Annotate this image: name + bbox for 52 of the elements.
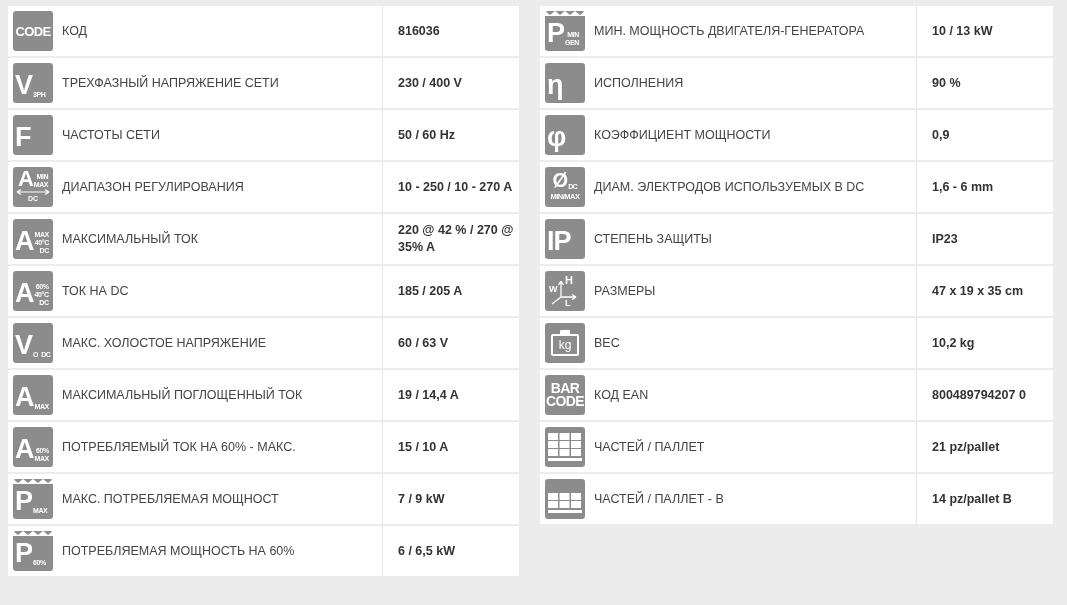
code-icon: CODE xyxy=(13,11,53,51)
spec-value: 60 / 63 V xyxy=(397,334,450,352)
spec-value: 47 x 19 x 35 cm xyxy=(931,282,1025,300)
spec-value: 50 / 60 Hz xyxy=(397,126,456,144)
spec-label: КОД EAN xyxy=(590,370,917,420)
spec-value: 90 % xyxy=(931,74,962,92)
pallet-icon xyxy=(545,427,585,467)
spec-label: КОД xyxy=(58,6,383,56)
spec-label: ПОТРЕБЛЯЕМАЯ МОЩНОСТЬ НА 60% xyxy=(58,526,383,576)
spec-value: 6 / 6,5 kW xyxy=(397,542,456,560)
dimensions-icon: W H L xyxy=(545,271,585,311)
weight-icon: kg xyxy=(545,323,585,363)
spec-label: ТРЕХФАЗНЫЙ НАПРЯЖЕНИЕ СЕТИ xyxy=(58,58,383,108)
spec-value: 220 @ 42 % / 270 @ 35% A xyxy=(397,222,515,256)
spec-label: СТЕПЕНЬ ЗАЩИТЫ xyxy=(590,214,917,264)
spec-value: 0,9 xyxy=(931,126,951,144)
symbol-icon: η xyxy=(545,63,585,103)
spec-label: ВЕС xyxy=(590,318,917,368)
spec-label: ТОК НА DC xyxy=(58,266,383,316)
spec-value: 10 / 13 kW xyxy=(931,22,994,40)
spec-label: МИН. МОЩНОСТЬ ДВИГАТЕЛЯ-ГЕНЕРАТОРА xyxy=(590,6,917,56)
spec-label: РАЗМЕРЫ xyxy=(590,266,917,316)
spec-label: МАКС. ХОЛОСТОЕ НАПРЯЖЕНИЕ xyxy=(58,318,383,368)
spec-value: 185 / 205 A xyxy=(397,282,464,300)
spec-label: МАКС. ПОТРЕБЛЯЕМАЯ МОЩНОСТ xyxy=(58,474,383,524)
spec-value: 21 pz/pallet xyxy=(931,438,1001,456)
spec-value: 7 / 9 kW xyxy=(397,490,446,508)
spec-value: 10 - 250 / 10 - 270 A xyxy=(397,178,514,196)
code-icon: BAR CODE xyxy=(545,375,585,415)
symbol-icon: IP xyxy=(545,219,585,259)
spec-value: 816036 xyxy=(397,22,441,40)
spec-value: 1,6 - 6 mm xyxy=(931,178,995,196)
symbol-icon: F xyxy=(13,115,53,155)
spec-label: ЧАСТЕЙ / ПАЛЛЕТ - В xyxy=(590,474,917,524)
spec-value: 230 / 400 V xyxy=(397,74,463,92)
spec-label: МАКСИМАЛЬНЫЙ ПОГЛОЩЕННЫЙ ТОК xyxy=(58,370,383,420)
spec-label: ДИАПАЗОН РЕГУЛИРОВАНИЯ xyxy=(58,162,383,212)
spec-value: 14 pz/pallet B xyxy=(931,490,1013,508)
spec-value: IP23 xyxy=(931,230,959,248)
spec-label: ЧАСТОТЫ СЕТИ xyxy=(58,110,383,160)
pallet-icon xyxy=(545,479,585,519)
symbol-icon: φ xyxy=(545,115,585,155)
spec-label: МАКСИМАЛЬНЫЙ ТОК xyxy=(58,214,383,264)
spec-label: ИСПОЛНЕНИЯ xyxy=(590,58,917,108)
spec-label: ПОТРЕБЛЯЕМЫЙ ТОК НА 60% - МАКС. xyxy=(58,422,383,472)
spec-value: 10,2 kg xyxy=(931,334,976,352)
spec-value: 800489794207 0 xyxy=(931,386,1027,404)
spec-value: 19 / 14,4 A xyxy=(397,386,460,404)
spec-label: ЧАСТЕЙ / ПАЛЛЕТ xyxy=(590,422,917,472)
spec-label: ДИАМ. ЭЛЕКТРОДОВ ИСПОЛЬЗУЕМЫХ В DC xyxy=(590,162,917,212)
spec-label: КОЭФФИЦИЕНТ МОЩНОСТИ xyxy=(590,110,917,160)
spec-value: 15 / 10 A xyxy=(397,438,450,456)
